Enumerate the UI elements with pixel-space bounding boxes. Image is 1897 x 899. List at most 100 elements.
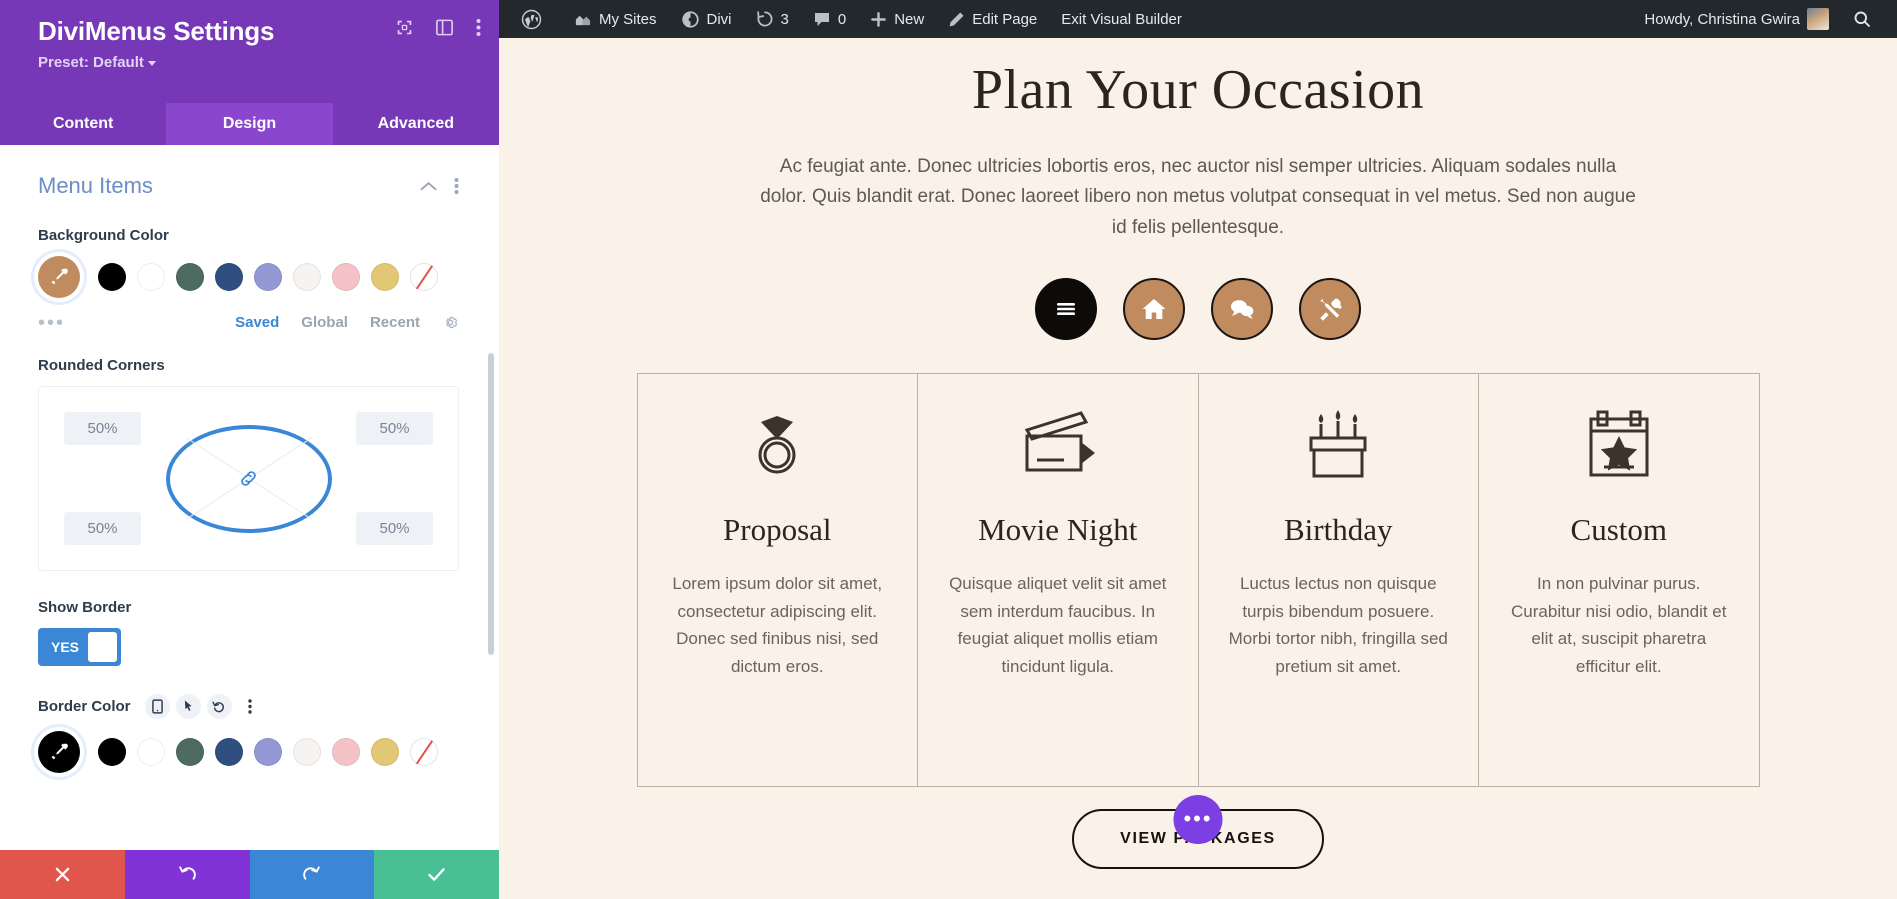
swatch-green[interactable] [176, 263, 204, 291]
card-birthday[interactable]: Birthday Luctus lectus non quisque turpi… [1199, 373, 1479, 786]
menu-button-tools[interactable] [1299, 277, 1361, 340]
mobile-icon[interactable] [144, 694, 170, 719]
swatch-tab-global[interactable]: Global [301, 314, 348, 331]
settings-footer [0, 850, 499, 899]
adminbar-item-edit-page[interactable]: Edit Page [936, 0, 1049, 38]
swatch-offwhite[interactable] [293, 738, 321, 766]
tab-content[interactable]: Content [0, 103, 166, 145]
check-icon [428, 868, 445, 881]
link-icon[interactable] [238, 468, 259, 489]
swatch-periwinkle[interactable] [254, 263, 282, 291]
swatch-pink[interactable] [332, 263, 360, 291]
pencil-icon [948, 11, 965, 28]
section-title: Menu Items [38, 173, 153, 198]
corner-preview-shape [165, 424, 332, 533]
swatch-gold[interactable] [371, 263, 399, 291]
settings-panel-header: DiviMenus Settings Preset: Default [0, 0, 499, 103]
undo-icon [178, 866, 196, 880]
show-border-label: Show Border [38, 599, 459, 616]
swatch-source-tabs: Saved Global Recent [235, 314, 420, 331]
settings-tabs: Content Design Advanced [0, 103, 499, 145]
show-border-toggle[interactable]: YES [38, 628, 121, 666]
swatch-navy[interactable] [215, 263, 243, 291]
adminbar-item-search[interactable] [1841, 0, 1883, 38]
reset-icon[interactable] [206, 694, 232, 719]
card-custom[interactable]: Custom In non pulvinar purus. Curabitur … [1479, 374, 1759, 786]
swatch-offwhite[interactable] [293, 263, 321, 291]
swatch-black[interactable] [98, 263, 126, 291]
tab-design[interactable]: Design [166, 103, 333, 145]
card-movie-night[interactable]: Movie Night Quisque aliquet velit sit am… [918, 373, 1199, 786]
chevron-down-icon [147, 60, 156, 66]
preset-selector[interactable]: Preset: Default [38, 54, 156, 71]
eyedropper-icon [51, 743, 68, 760]
save-button[interactable] [374, 850, 499, 899]
card-title: Custom [1570, 511, 1667, 547]
swatch-tab-saved[interactable]: Saved [235, 314, 279, 331]
swatch-white[interactable] [137, 263, 165, 291]
swatch-navy[interactable] [215, 738, 243, 766]
comments-icon [813, 10, 831, 28]
corner-top-left-input[interactable]: 50% [64, 412, 141, 445]
calendar-star-icon [1505, 406, 1733, 484]
corner-bottom-right-input[interactable]: 50% [356, 512, 433, 545]
tab-advanced[interactable]: Advanced [333, 103, 499, 145]
module-settings-badge[interactable]: ••• [1173, 794, 1223, 844]
border-color-selected-swatch[interactable] [38, 731, 80, 773]
page-preview: My Sites Divi 3 0 New Edit Page Exit Vis… [499, 0, 1897, 899]
settings-header-actions [396, 18, 481, 37]
field-label-text: Border Color [38, 698, 131, 715]
swatch-pink[interactable] [332, 738, 360, 766]
field-label-text: Rounded Corners [38, 357, 165, 374]
adminbar-item-new[interactable]: New [858, 0, 936, 38]
adminbar-label: Exit Visual Builder [1061, 10, 1182, 28]
adminbar-item-divi[interactable]: Divi [669, 0, 744, 38]
adminbar-item-comments[interactable]: 0 [801, 0, 858, 38]
corner-bottom-left-input[interactable]: 50% [64, 512, 141, 545]
undo-button[interactable] [124, 850, 250, 899]
more-vertical-icon[interactable] [238, 694, 263, 719]
card-proposal[interactable]: Proposal Lorem ipsum dolor sit amet, con… [638, 373, 918, 786]
target-icon[interactable] [396, 19, 413, 36]
background-color-meta: ••• Saved Global Recent [38, 313, 459, 333]
adminbar-item-my-sites[interactable]: My Sites [561, 0, 669, 38]
updates-icon [756, 10, 774, 28]
cancel-button[interactable] [0, 850, 125, 899]
redo-button[interactable] [249, 850, 375, 899]
swatch-white[interactable] [137, 738, 165, 766]
field-label-text: Background Color [38, 227, 169, 244]
divi-icon [681, 10, 700, 29]
gear-icon[interactable] [442, 314, 459, 331]
chevron-up-icon[interactable] [419, 180, 438, 193]
swatch-none[interactable] [410, 263, 438, 291]
occasion-cards: Proposal Lorem ipsum dolor sit amet, con… [636, 372, 1760, 787]
corner-top-right-input[interactable]: 50% [356, 412, 433, 445]
background-color-selected-swatch[interactable] [38, 256, 80, 298]
hamburger-icon [1057, 302, 1075, 315]
more-swatches-button[interactable]: ••• [38, 313, 65, 333]
menu-button-hamburger[interactable] [1035, 277, 1097, 340]
swatch-tab-recent[interactable]: Recent [370, 314, 420, 331]
adminbar-label: 0 [837, 10, 847, 28]
ring-icon [664, 406, 892, 484]
more-vertical-icon[interactable] [454, 177, 459, 195]
swatch-none[interactable] [410, 738, 438, 766]
panel-scrollbar[interactable] [488, 353, 494, 655]
cursor-icon[interactable] [175, 694, 201, 719]
swatch-gold[interactable] [371, 738, 399, 766]
adminbar-item-updates[interactable]: 3 [744, 0, 801, 38]
adminbar-label: 3 [780, 10, 789, 28]
adminbar-item-howdy[interactable]: Howdy, Christina Gwira [1632, 0, 1841, 38]
swatch-periwinkle[interactable] [254, 738, 282, 766]
adminbar-item-wordpress[interactable] [517, 0, 561, 38]
menu-button-home[interactable] [1123, 277, 1185, 340]
layout-icon[interactable] [435, 18, 454, 37]
more-vertical-icon[interactable] [476, 18, 481, 37]
card-text: In non pulvinar purus. Curabitur nisi od… [1511, 573, 1727, 676]
menu-button-chat[interactable] [1211, 277, 1273, 340]
swatch-black[interactable] [98, 738, 126, 766]
adminbar-item-exit-visual-builder[interactable]: Exit Visual Builder [1049, 0, 1194, 38]
swatch-green[interactable] [176, 738, 204, 766]
card-text: Quisque aliquet velit sit amet sem inter… [949, 573, 1167, 676]
divimenu-circle-buttons [499, 277, 1897, 340]
